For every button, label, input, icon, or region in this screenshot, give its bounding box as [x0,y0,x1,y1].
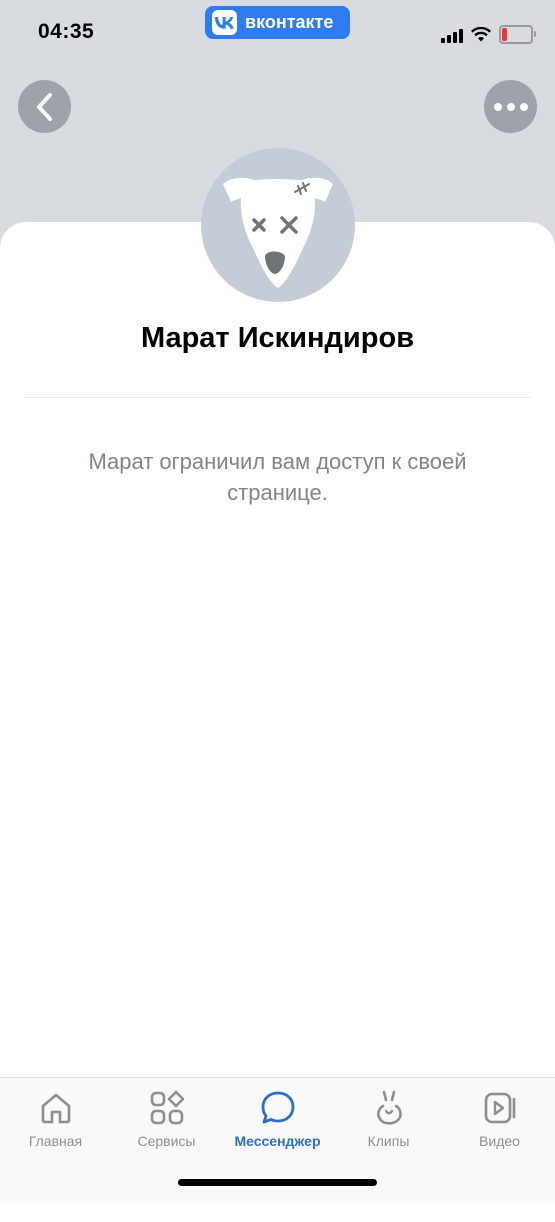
tab-home-label: Главная [28,1133,83,1149]
divider [25,397,530,398]
tab-home[interactable]: Главная [0,1088,111,1149]
vk-logo-icon [212,10,237,35]
tab-services-label: Сервисы [137,1133,196,1149]
status-indicators [441,25,536,44]
home-indicator[interactable] [178,1179,377,1186]
restricted-access-message: Марат ограничил вам доступ к своей стран… [88,449,467,505]
battery-icon [499,25,536,44]
tab-messenger[interactable]: Мессенджер [222,1088,333,1149]
profile-card [0,222,555,1222]
chevron-left-icon [36,92,52,121]
status-bar: 04:35 вконтакте [0,0,555,70]
tab-video[interactable]: Видео [444,1088,555,1149]
tab-clips[interactable]: Клипы [333,1088,444,1149]
tab-messenger-label: Мессенджер [234,1133,321,1149]
ellipsis-icon [493,102,528,111]
back-button[interactable] [18,80,71,133]
battery-level [502,28,507,41]
deactivated-dog-icon [223,177,333,288]
tab-clips-label: Клипы [367,1133,410,1149]
wifi-icon [471,27,491,42]
cellular-signal-icon [441,27,463,43]
vk-app-badge[interactable]: вконтакте [205,6,350,39]
profile-avatar[interactable] [201,148,355,302]
clips-icon [369,1088,409,1128]
profile-name: Марат Искиндиров [140,322,415,354]
messenger-icon [258,1088,298,1128]
tab-video-label: Видео [479,1133,520,1149]
home-icon [36,1088,76,1128]
vk-app-badge-label: вконтакте [245,12,334,32]
tab-services[interactable]: Сервисы [111,1088,222,1149]
services-icon [147,1088,187,1128]
status-time: 04:35 [38,20,95,43]
video-icon [480,1088,520,1128]
more-options-button[interactable] [484,80,537,133]
